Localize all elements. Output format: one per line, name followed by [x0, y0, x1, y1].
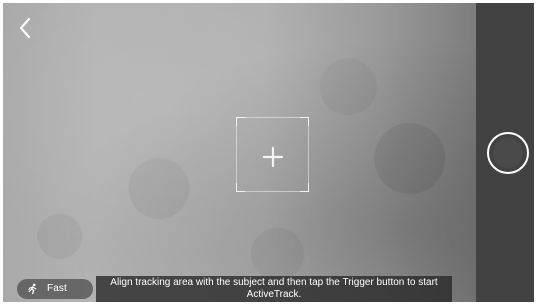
camera-view[interactable]: Fast Align tracking area with the subjec… [3, 3, 476, 302]
tracking-corner-top-left [236, 117, 245, 126]
chevron-left-icon [19, 17, 31, 39]
trigger-button[interactable] [487, 132, 529, 174]
tracking-corner-top-right [300, 117, 309, 126]
speed-mode-button[interactable]: Fast [17, 279, 93, 299]
back-button[interactable] [13, 15, 39, 41]
app-frame: Fast Align tracking area with the subjec… [3, 3, 534, 302]
tracking-corner-bottom-right [300, 183, 309, 192]
speed-mode-label: Fast [47, 283, 67, 294]
record-circle-icon [493, 138, 523, 168]
crosshair-icon [262, 146, 284, 168]
bottom-status-bar: Fast Align tracking area with the subjec… [3, 276, 476, 302]
instruction-text: Align tracking area with the subject and… [110, 277, 438, 300]
instruction-banner: Align tracking area with the subject and… [96, 276, 452, 302]
running-person-icon [28, 283, 37, 295]
tracking-corner-bottom-left [236, 183, 245, 192]
